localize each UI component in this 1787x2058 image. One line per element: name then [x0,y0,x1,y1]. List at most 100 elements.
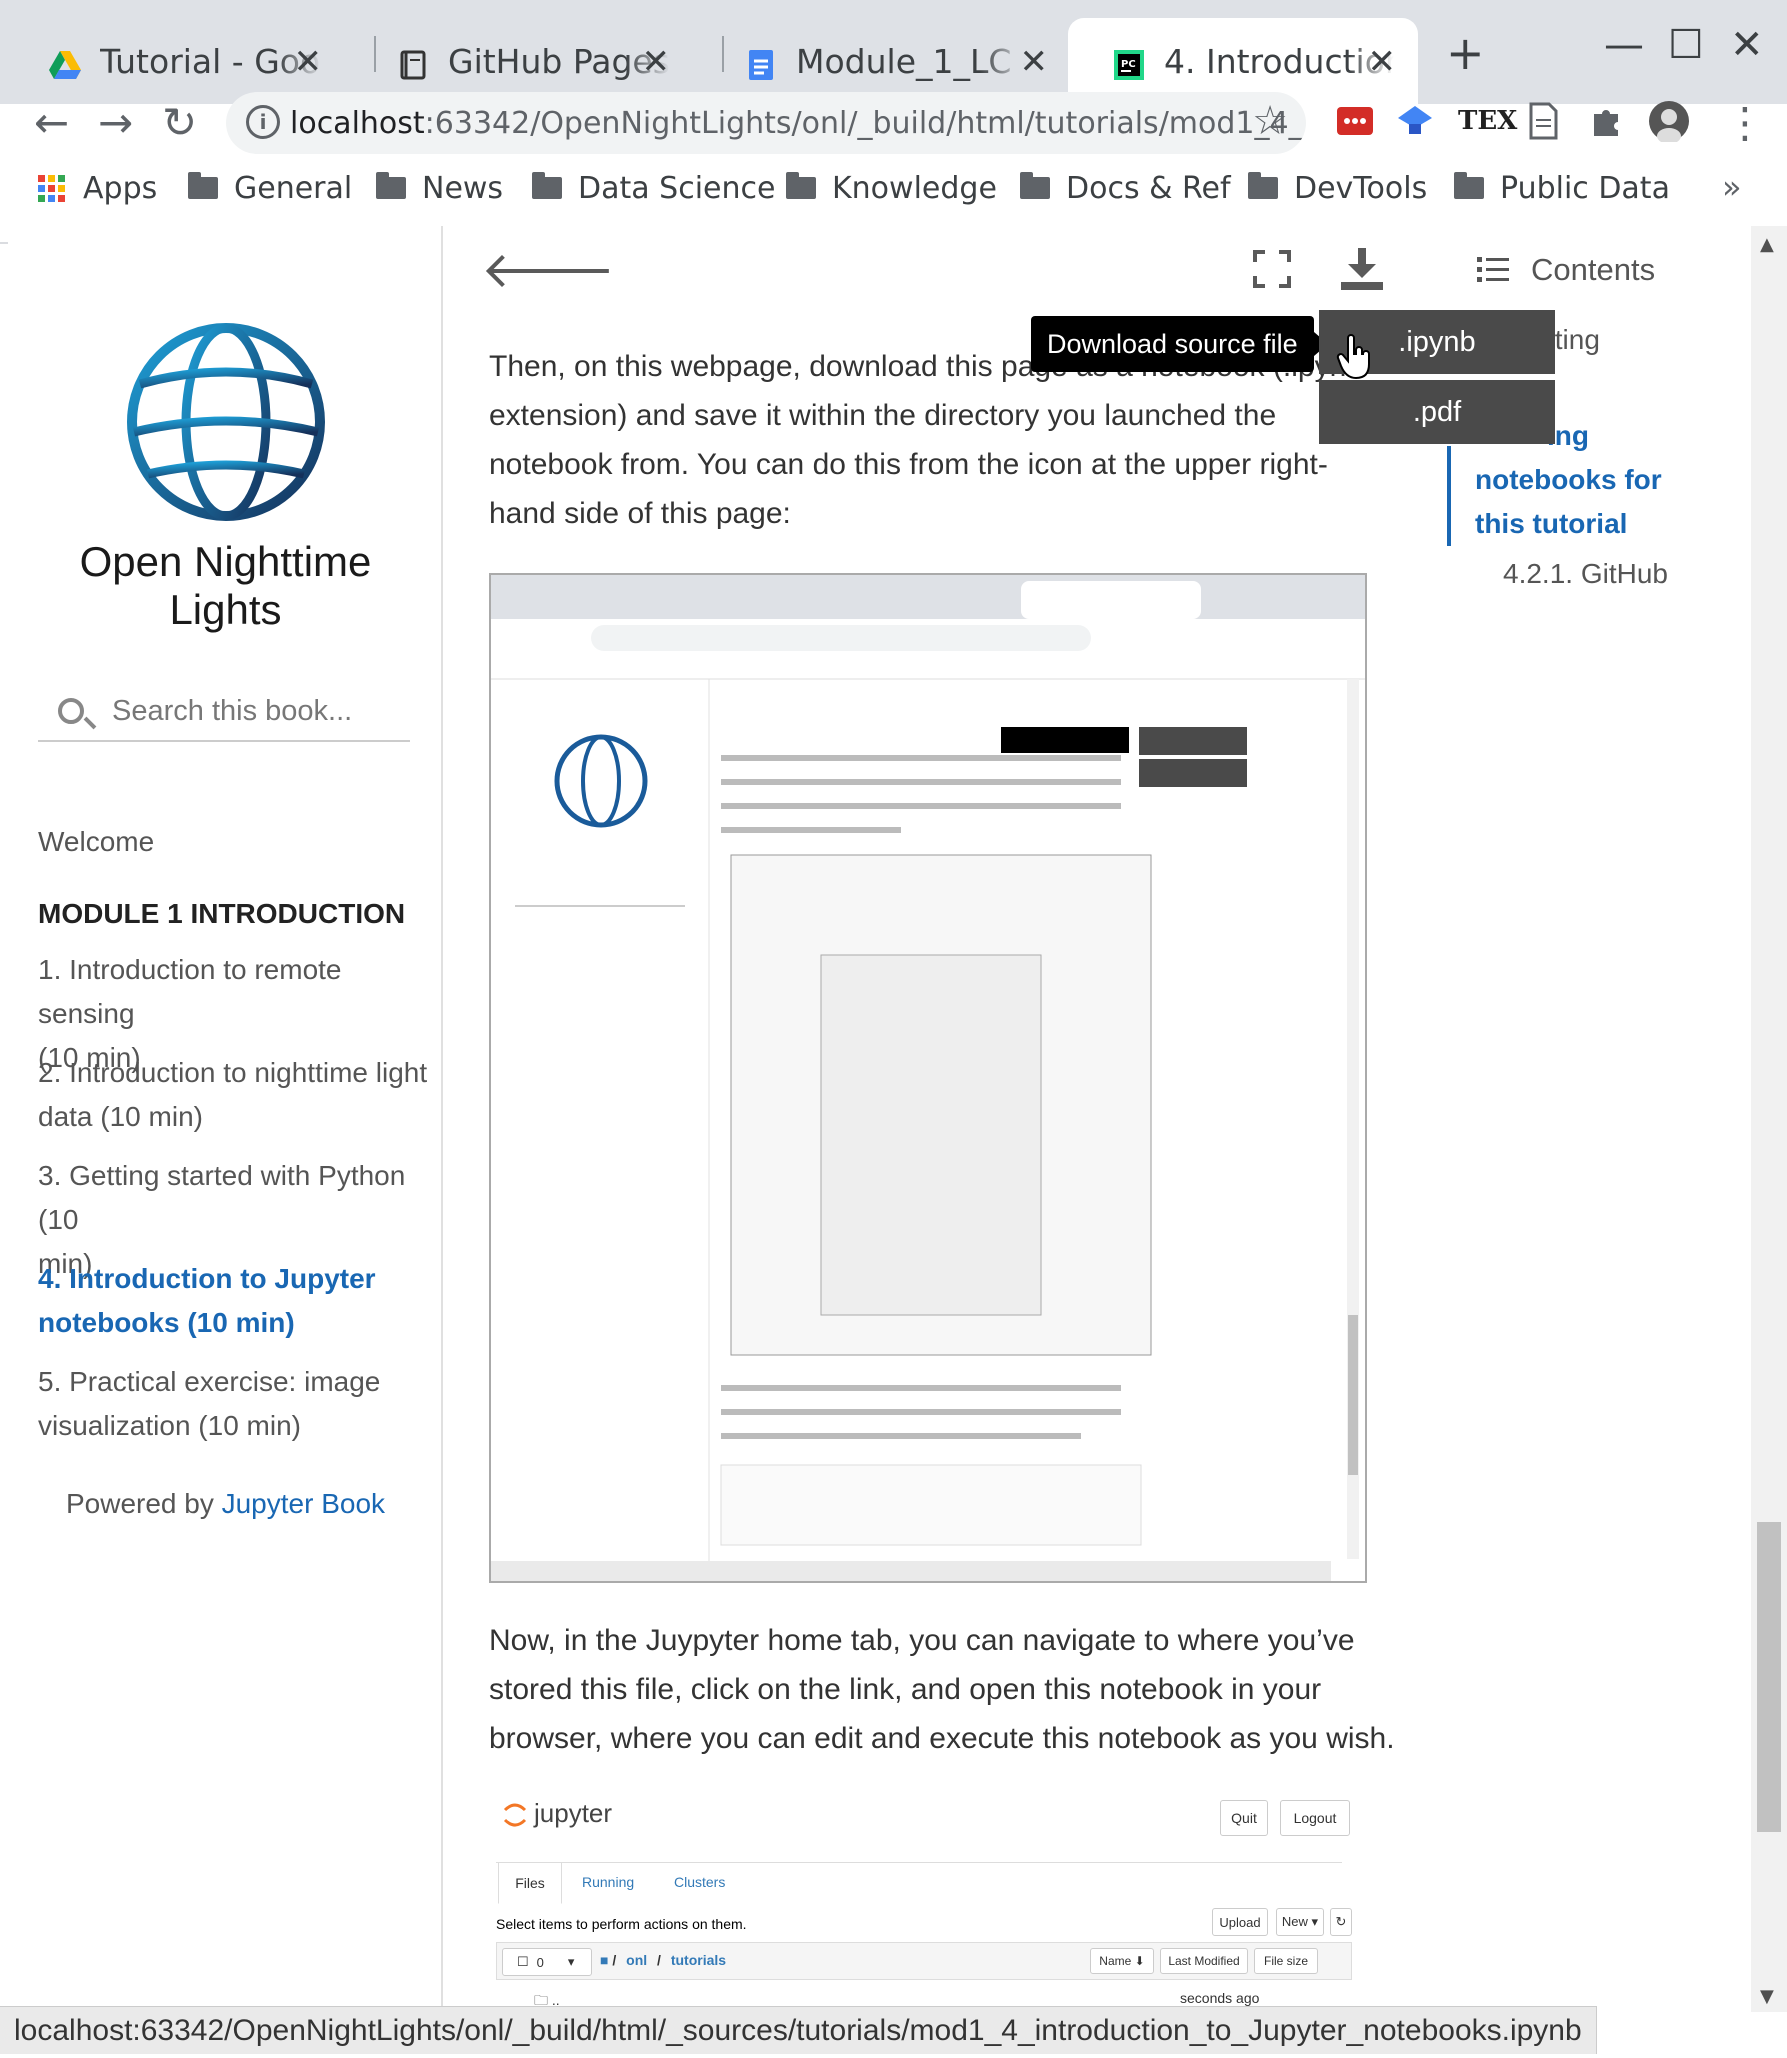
sort-name-button[interactable]: Name ⬇ [1090,1948,1154,1974]
folder-icon [1020,172,1050,199]
screenshot-image [491,575,1365,1581]
bookmark-label: General [234,170,353,206]
bookmark-general[interactable]: General [188,168,352,208]
quit-button[interactable]: Quit [1220,1800,1268,1836]
bookmark-label: Docs & Ref [1066,170,1231,206]
select-all-dropdown[interactable]: ☐ 0 ▾ [502,1948,592,1976]
main-content: 🡐 Then, on this webpage, download this p… [445,226,1445,2012]
tex-extension-icon[interactable]: TEX [1458,100,1517,142]
bookmark-knowledge[interactable]: Knowledge [786,168,997,208]
maximize-icon[interactable]: ☐ [1668,22,1704,68]
search-input[interactable]: Search this book... [38,682,410,742]
powered-prefix: Powered by [65,1488,222,1519]
folder-icon [1248,172,1278,199]
sort-size-button[interactable]: File size [1254,1948,1318,1974]
nav-item-jupyter-notebooks[interactable]: 4. Introduction to Jupyter notebooks (10 … [38,1257,438,1345]
tab-strip: Tutorial - Google Drive ✕ GitHub Pages a… [0,0,1787,104]
bookmark-apps[interactable]: Apps [38,168,157,208]
breadcrumb-root[interactable]: / [612,1952,616,1968]
paragraph-line: stored this file, click on the link, and… [489,1673,1322,1706]
window-close-icon[interactable]: ✕ [1730,22,1764,68]
scrollbar-thumb[interactable] [1757,1522,1781,1832]
folder-icon: ■ [600,1952,609,1968]
puzzle-extensions-icon[interactable] [1586,100,1628,142]
refresh-icon[interactable]: ↻ [1330,1908,1352,1936]
bookmark-devtools[interactable]: DevTools [1248,168,1427,208]
nav-item-nighttime-light[interactable]: 2. Introduction to nighttime light data (… [38,1051,438,1139]
bookmark-label: Data Science [578,170,776,206]
new-tab-button[interactable]: + [1446,26,1485,80]
tab-running[interactable]: Running [582,1874,634,1890]
scroll-up-icon[interactable]: ▲ [1760,234,1774,255]
nav-item-label: 5. Practical exercise: image [38,1366,381,1397]
nav-item-label: notebooks (10 min) [38,1307,295,1338]
site-title-line: Lights [169,586,282,633]
folder-icon [376,172,406,199]
nav-item-label: data (10 min) [38,1101,203,1132]
bookmark-news[interactable]: News [376,168,503,208]
folder-icon [532,172,562,199]
sort-modified-button[interactable]: Last Modified [1160,1948,1248,1974]
embedded-screenshot [489,573,1367,1583]
toc-active-indicator [1447,446,1451,546]
forward-icon[interactable]: → [98,98,133,147]
page-scrollbar[interactable]: ▲ ▼ [1751,226,1787,2012]
site-title[interactable]: Open Nighttime Lights [8,538,443,634]
search-icon [58,698,84,724]
bookmark-label: News [422,170,504,206]
folder-icon [1454,172,1484,199]
bookmark-star-icon[interactable]: ☆ [1252,98,1288,144]
new-button[interactable]: New ▾ [1276,1908,1324,1936]
breadcrumb-tutorials[interactable]: tutorials [671,1952,726,1968]
powered-by: Powered by Jupyter Book [8,1488,443,1520]
jupyter-logo-text: jupyter [534,1798,613,1828]
tab-divider [496,1862,1342,1863]
avatar[interactable] [1648,100,1690,142]
menu-kebab-icon[interactable]: ⋮ [1724,98,1766,147]
tab-files[interactable]: Files [498,1862,562,1904]
google-drive-icon [49,51,81,79]
document-extension-icon[interactable] [1522,100,1564,142]
download-pdf-option[interactable]: .pdf [1319,380,1555,444]
breadcrumb-onl[interactable]: onl [626,1952,647,1968]
breadcrumb: ■ / onl / tutorials [600,1952,726,1968]
folder-icon [188,172,218,199]
scholar-extension-icon[interactable] [1394,100,1436,142]
download-icon[interactable] [1339,246,1385,292]
info-icon[interactable]: i [246,105,280,139]
link-status-bar: localhost:63342/OpenNightLights/onl/_bui… [0,2006,1597,2054]
search-placeholder: Search this book... [112,694,353,727]
back-icon[interactable]: ← [34,98,69,147]
bookmark-public-data[interactable]: Public Data [1454,168,1670,208]
nav-item-welcome[interactable]: Welcome [38,820,438,864]
address-bar[interactable]: i localhost:63342/OpenNightLights/onl/_b… [226,92,1306,154]
reload-icon[interactable]: ↻ [162,98,197,147]
upload-button[interactable]: Upload [1212,1908,1268,1936]
close-icon[interactable]: ✕ [294,42,323,82]
nav-item-image-visualization[interactable]: 5. Practical exercise: image visualizatio… [38,1360,438,1448]
bookmark-docs-ref[interactable]: Docs & Ref [1020,168,1231,208]
close-icon[interactable]: ✕ [1368,42,1397,82]
minimize-icon[interactable]: — [1604,22,1644,68]
fullscreen-icon[interactable] [1253,250,1291,288]
list-icon [1477,257,1509,282]
google-docs-icon [749,50,773,80]
bookmark-data-science[interactable]: Data Science [532,168,775,208]
toc-item-label: notebooks for [1475,464,1662,495]
page-viewport: Open Nighttime Lights Search this book..… [8,226,1751,2012]
toc-header-label: Contents [1531,252,1656,287]
tab-clusters[interactable]: Clusters [674,1874,725,1890]
lastpass-extension-icon[interactable] [1334,100,1376,142]
bookmarks-overflow-button[interactable]: » [1722,168,1742,206]
scroll-down-icon[interactable]: ▼ [1760,1986,1774,2007]
jupyter-book-link[interactable]: Jupyter Book [222,1488,385,1519]
toc-header[interactable]: Contents [1477,252,1655,288]
close-icon[interactable]: ✕ [642,42,671,82]
back-arrow-icon[interactable]: 🡐 [481,240,615,300]
close-icon[interactable]: ✕ [1020,42,1049,82]
paragraph-line: browser, where you can edit and execute … [489,1722,1395,1755]
url-host: localhost [290,105,425,141]
toc-item-github[interactable]: 4.2.1. GitHub [1503,552,1668,596]
nav-item-label: 4. Introduction to Jupyter [38,1263,376,1294]
logout-button[interactable]: Logout [1280,1800,1350,1836]
